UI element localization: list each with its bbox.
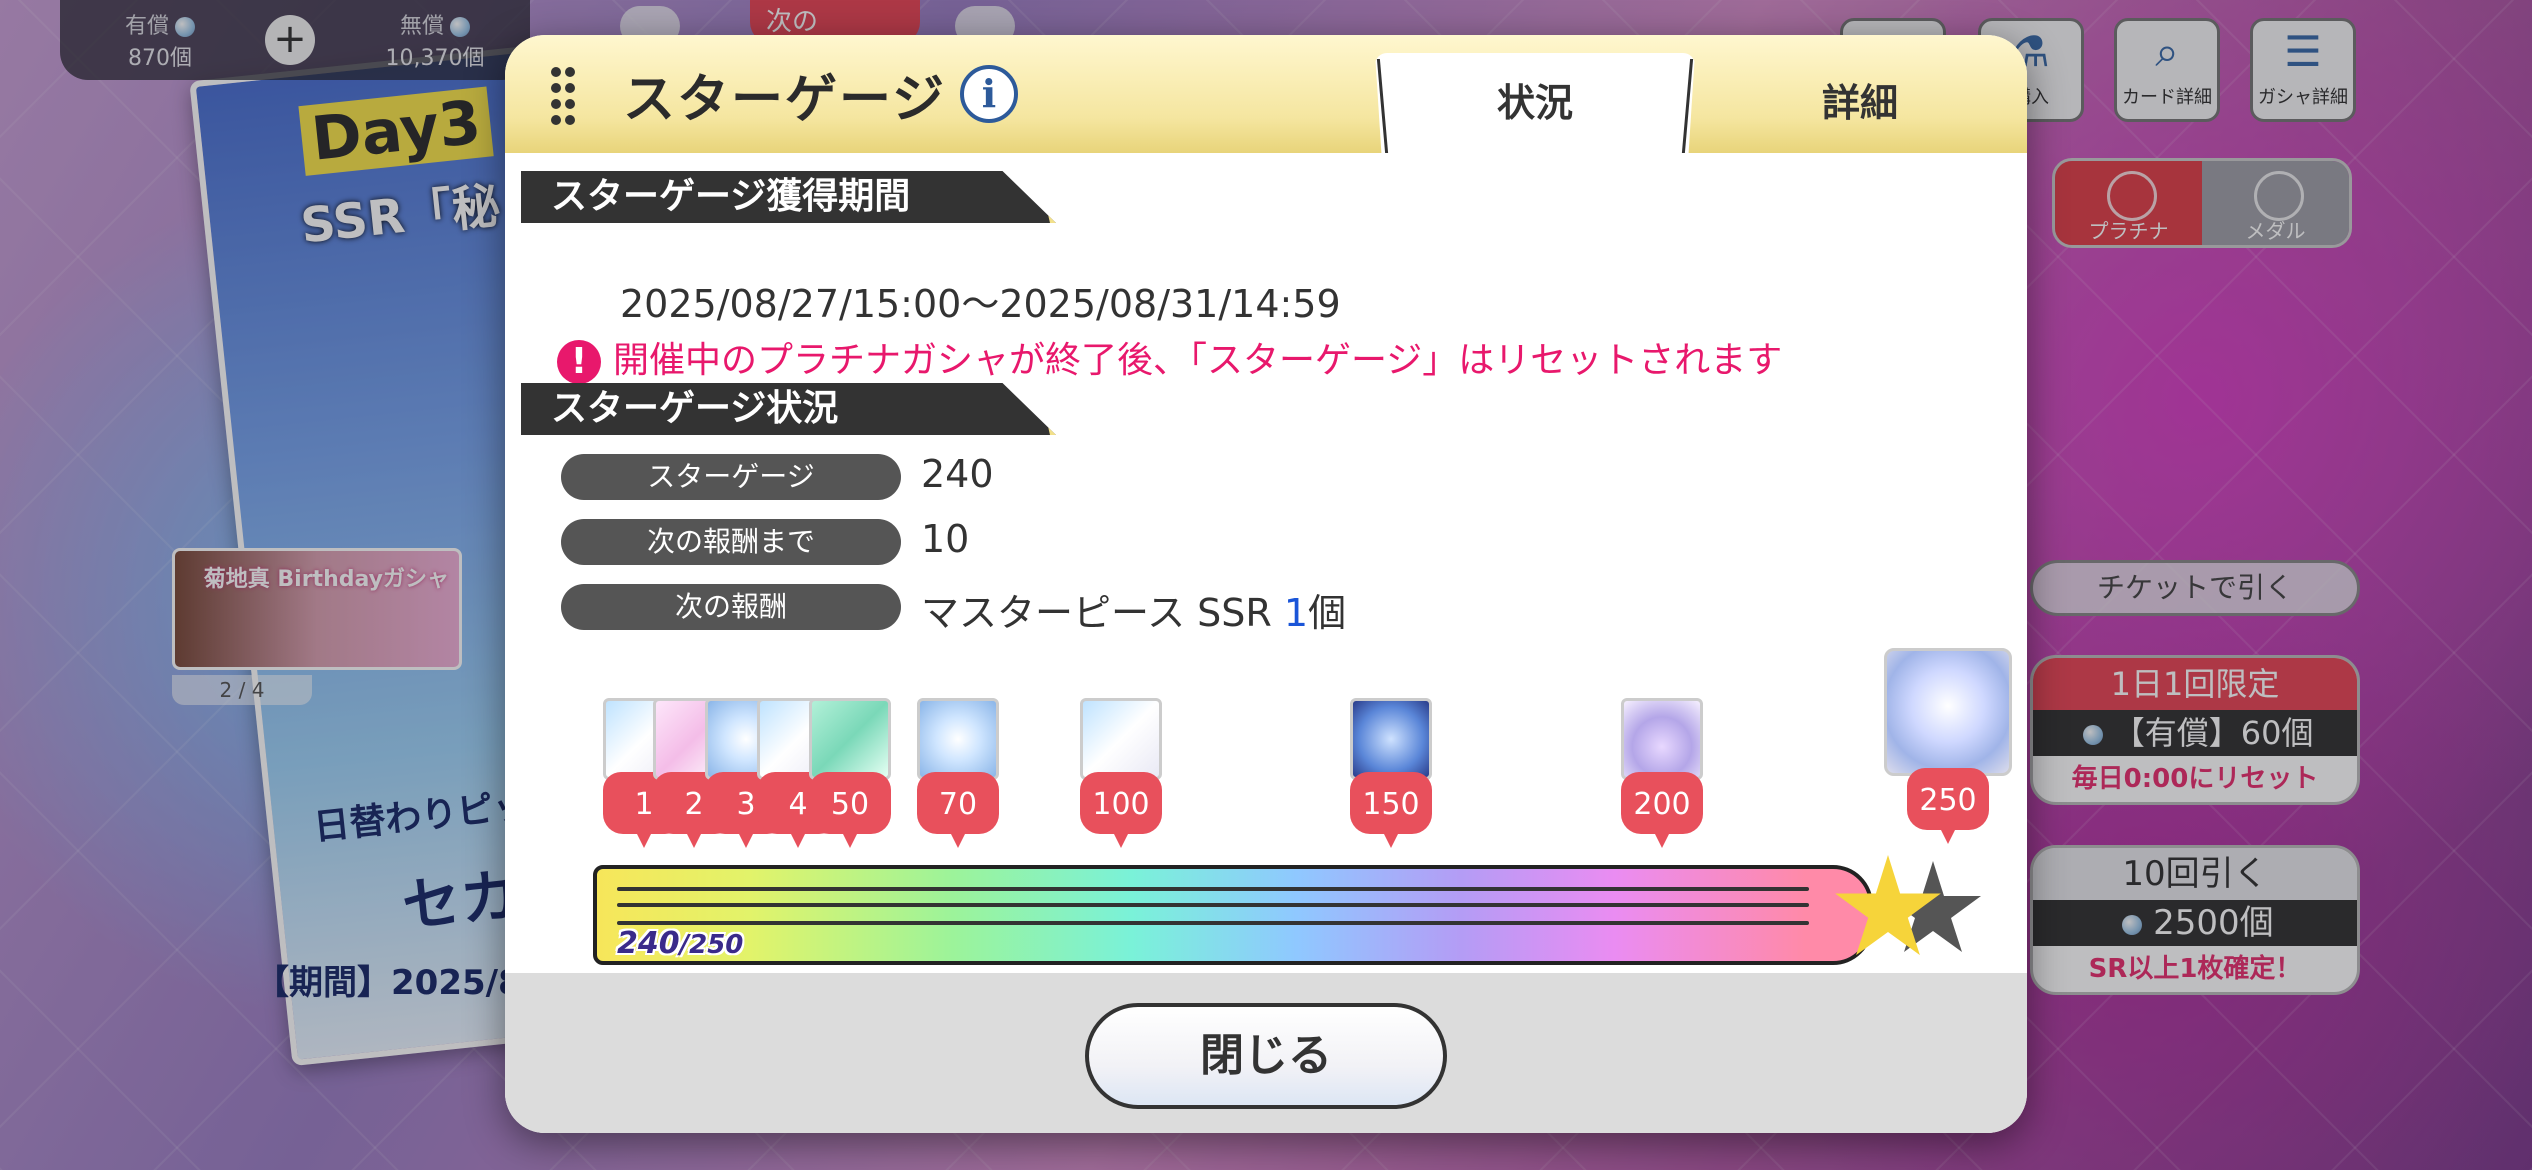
milestone-reward-final[interactable]: 250 (1884, 648, 2012, 844)
status-key: 次の報酬 (561, 584, 901, 630)
tab-status[interactable]: 状況 (1375, 53, 1695, 153)
ssr-ticket-icon (1080, 698, 1162, 780)
reset-warning: ! 開催中のプラチナガシャが終了後、「スターゲージ」はリセットされます (557, 331, 1782, 384)
section-status-header: スターゲージ状況 (521, 383, 1056, 435)
dialog-header: スターゲージ i 状況 詳細 (505, 35, 2027, 153)
drag-handle-icon[interactable] (551, 67, 577, 127)
sr-crystal-icon (917, 698, 999, 780)
milestone-value: 70 (917, 772, 999, 848)
ticket-icon (809, 698, 891, 780)
milestone-value: 150 (1350, 772, 1432, 848)
warning-text: 開催中のプラチナガシャが終了後、「スターゲージ」はリセットされます (613, 340, 1783, 381)
period-text: 2025/08/27/15:00〜2025/08/31/14:59 (620, 282, 1341, 326)
gem-icon (1350, 698, 1432, 780)
gauge-count: 240/250 (617, 926, 743, 961)
status-value: マスターピース SSR 1個 (921, 582, 1346, 637)
milestone-reward[interactable]: 50 (809, 698, 891, 848)
gauge-current: 240 (617, 926, 680, 961)
milestone-value: 250 (1907, 768, 1989, 844)
section-period-header: スターゲージ獲得期間 (521, 171, 1056, 223)
milestone-reward[interactable]: 70 (917, 698, 999, 848)
next-reward-name: マスターピース SSR (921, 591, 1284, 635)
milestone-reward[interactable]: 200 (1621, 698, 1703, 848)
milestone-value: 200 (1621, 772, 1703, 848)
milestone-reward[interactable]: 150 (1350, 698, 1432, 848)
star-gauge: 240/250 (543, 855, 1983, 965)
gauge-max: /250 (679, 930, 744, 960)
alert-icon: ! (557, 340, 601, 384)
next-reward-count: 1 (1283, 591, 1309, 635)
close-button[interactable]: 閉じる (1085, 1003, 1447, 1109)
next-reward-unit: 個 (1308, 591, 1347, 635)
star-gauge-dialog: スターゲージ i 状況 詳細 スターゲージ獲得期間 2025/08/27/15:… (505, 35, 2027, 1133)
milestone-value: 100 (1080, 772, 1162, 848)
dialog-body: スターゲージ獲得期間 2025/08/27/15:00〜2025/08/31/1… (505, 153, 2027, 973)
ssr-star-icon (1884, 648, 2012, 776)
status-key: スターゲージ (561, 454, 901, 500)
milestone-reward[interactable]: 100 (1080, 698, 1162, 848)
drop-icon (1621, 698, 1703, 780)
status-key: 次の報酬まで (561, 519, 901, 565)
gauge-bar: 240/250 (593, 865, 1873, 965)
milestone-value: 50 (809, 772, 891, 848)
info-icon[interactable]: i (960, 65, 1018, 123)
status-value: 240 (921, 452, 994, 496)
tab-detail[interactable]: 詳細 (1700, 53, 2020, 153)
dialog-title: スターゲージ (623, 70, 946, 130)
status-value: 10 (921, 517, 970, 561)
